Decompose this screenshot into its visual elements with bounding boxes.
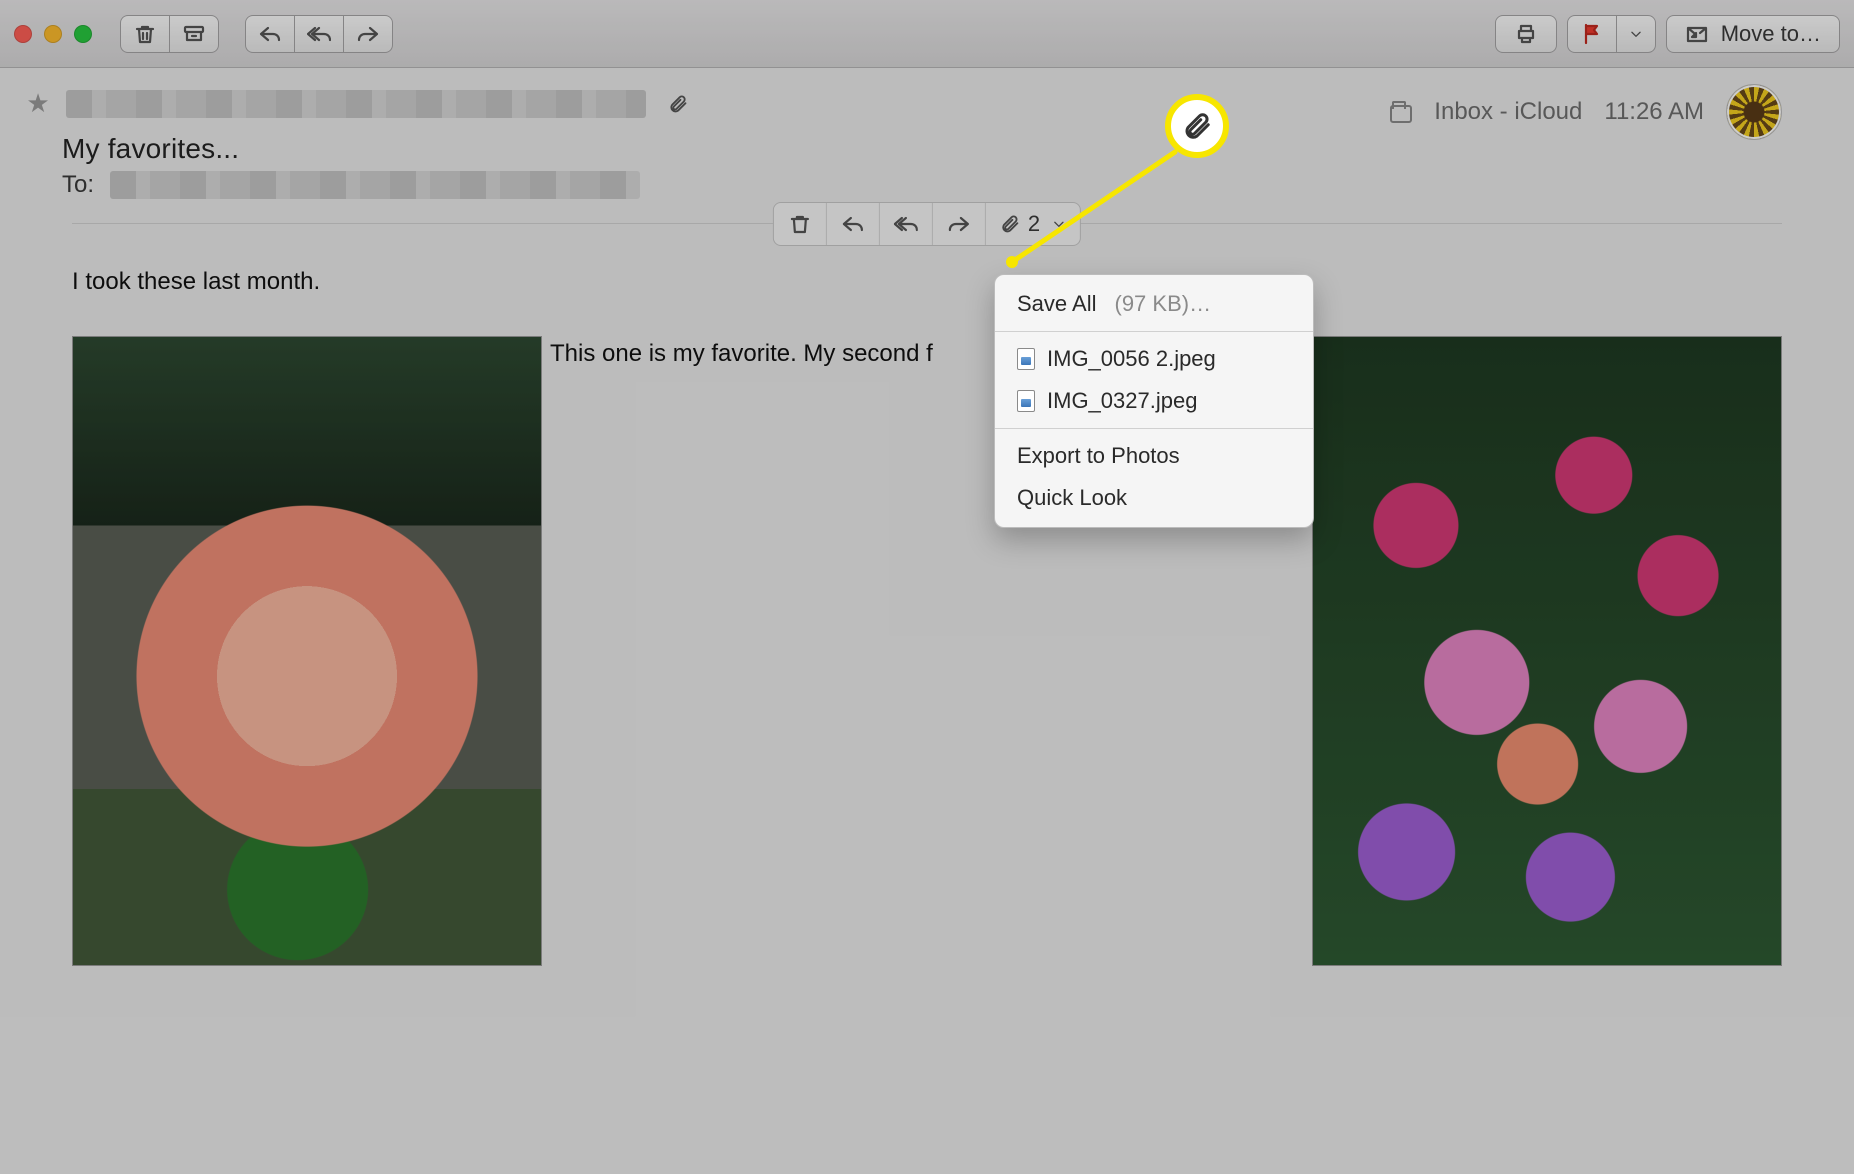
to-label: To:: [62, 171, 94, 199]
attachment-image-2[interactable]: [1312, 336, 1782, 966]
menu-export-photos[interactable]: Export to Photos: [995, 435, 1313, 477]
flag-group: [1567, 15, 1656, 53]
forward-button[interactable]: [343, 15, 393, 53]
sender-avatar[interactable]: [1726, 84, 1782, 140]
from-redacted: [66, 90, 646, 118]
attachments-dropdown-button[interactable]: 2: [986, 203, 1080, 245]
menu-save-all-label: Save All: [1017, 291, 1097, 317]
menu-file-2-label: IMG_0327.jpeg: [1047, 388, 1197, 414]
tutorial-highlight: [1165, 94, 1229, 158]
reply-button[interactable]: [245, 15, 294, 53]
inline-reply-all-button[interactable]: [880, 203, 933, 245]
close-window-button[interactable]: [14, 25, 32, 43]
to-redacted: [110, 171, 640, 199]
chevron-down-icon: [1052, 217, 1066, 231]
message-header: ★ My favorites... To: Inbox - iCloud 11:…: [0, 68, 1854, 199]
flag-button[interactable]: [1567, 15, 1616, 53]
message-body: I took these last month. This one is my …: [0, 224, 1854, 1006]
move-to-button[interactable]: Move to…: [1666, 15, 1840, 53]
menu-save-all[interactable]: Save All (97 KB)…: [995, 283, 1313, 325]
window-titlebar: Move to…: [0, 0, 1854, 68]
message-time: 11:26 AM: [1604, 98, 1704, 126]
inline-reply-button[interactable]: [827, 203, 880, 245]
menu-quick-look-label: Quick Look: [1017, 485, 1127, 511]
flag-menu-button[interactable]: [1616, 15, 1656, 53]
header-divider: 2: [72, 223, 1782, 224]
menu-separator: [995, 331, 1313, 332]
zoom-window-button[interactable]: [74, 25, 92, 43]
menu-export-photos-label: Export to Photos: [1017, 443, 1180, 469]
minimize-window-button[interactable]: [44, 25, 62, 43]
mailbox-icon: [1390, 105, 1412, 123]
attachment-indicator-icon: [668, 94, 688, 114]
inline-delete-button[interactable]: [774, 203, 827, 245]
move-to-label: Move to…: [1721, 21, 1821, 47]
print-button[interactable]: [1495, 15, 1557, 53]
reply-all-button[interactable]: [294, 15, 343, 53]
file-icon: [1017, 390, 1035, 412]
menu-file-2[interactable]: IMG_0327.jpeg: [995, 380, 1313, 422]
menu-file-1[interactable]: IMG_0056 2.jpeg: [995, 338, 1313, 380]
mailbox-label: Inbox - iCloud: [1434, 98, 1582, 126]
star-icon[interactable]: ★: [24, 88, 52, 119]
window-controls: [14, 25, 92, 43]
inline-toolbar: 2: [773, 202, 1081, 246]
file-icon: [1017, 348, 1035, 370]
menu-save-all-size: (97 KB)…: [1115, 291, 1212, 317]
attachment-image-1[interactable]: [72, 336, 542, 966]
body-text-intro: I took these last month.: [72, 268, 1782, 296]
inline-forward-button[interactable]: [933, 203, 986, 245]
delete-button[interactable]: [120, 15, 169, 53]
menu-quick-look[interactable]: Quick Look: [995, 477, 1313, 519]
attachments-menu: Save All (97 KB)… IMG_0056 2.jpeg IMG_03…: [994, 274, 1314, 528]
menu-separator: [995, 428, 1313, 429]
attachment-count: 2: [1028, 211, 1040, 237]
archive-button[interactable]: [169, 15, 219, 53]
menu-file-1-label: IMG_0056 2.jpeg: [1047, 346, 1216, 372]
